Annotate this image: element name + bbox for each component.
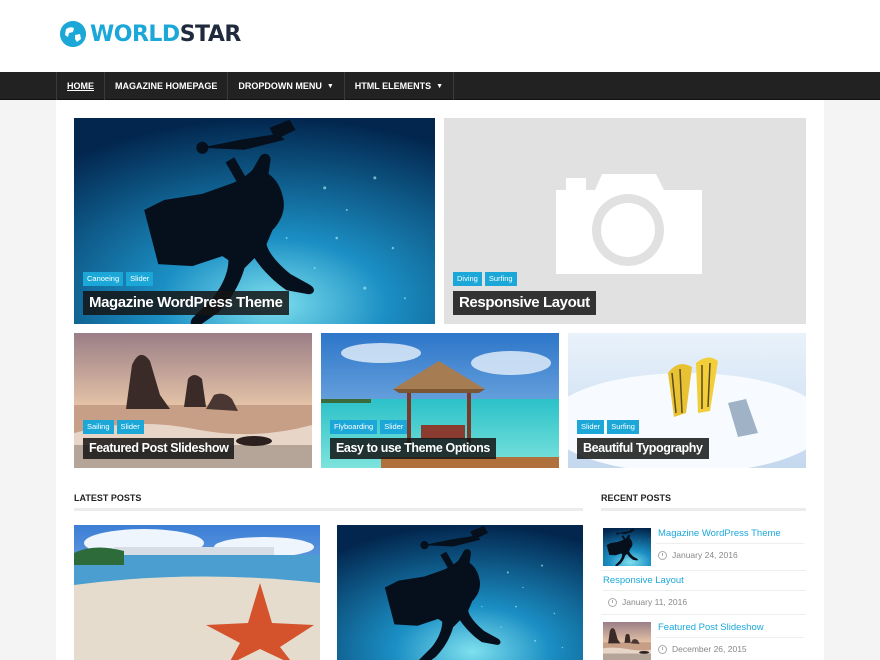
recent-divider: [603, 590, 806, 591]
recent-post-date: December 26, 2015: [658, 644, 747, 654]
post-image: [74, 525, 320, 660]
nav-item-label: HTML ELEMENTS: [354, 81, 432, 91]
recent-post-thumb[interactable]: [603, 528, 651, 566]
recent-post-link[interactable]: Magazine WordPress Theme: [658, 528, 781, 539]
featured-post-4[interactable]: Flyboarding Slider Easy to use Theme Opt…: [321, 333, 559, 468]
chevron-down-icon: ▼: [436, 82, 444, 90]
recent-divider: [601, 614, 806, 615]
category-tag[interactable]: Surfing: [484, 272, 517, 286]
recent-divider: [656, 543, 804, 544]
recent-post-link[interactable]: Featured Post Slideshow: [658, 622, 764, 633]
site-title-part2: STAR: [179, 21, 242, 47]
section-divider: [74, 508, 583, 511]
site-title: WORLDSTAR: [90, 22, 241, 47]
featured-title[interactable]: Responsive Layout: [453, 291, 596, 315]
featured-title[interactable]: Easy to use Theme Options: [330, 438, 496, 459]
category-tag[interactable]: Slider: [126, 272, 154, 286]
featured-post-1[interactable]: Canoeing Slider Magazine WordPress Theme: [74, 118, 435, 324]
recent-posts-heading: RECENT POSTS: [601, 493, 672, 503]
date-text: December 26, 2015: [672, 644, 747, 654]
main-navigation: HOME MAGAZINE HOMEPAGE DROPDOWN MENU ▼ HT…: [0, 72, 880, 100]
post-image: [337, 525, 583, 660]
clock-icon: [658, 644, 667, 654]
site-header: WORLDSTAR: [0, 0, 880, 72]
nav-item-label: HOME: [67, 81, 94, 91]
recent-divider: [656, 637, 804, 638]
clock-icon: [608, 597, 617, 607]
recent-post-link[interactable]: Responsive Layout: [603, 575, 684, 586]
post-image: [603, 528, 651, 566]
featured-post-2[interactable]: Diving Surfing Responsive Layout: [444, 118, 806, 324]
site-title-part1: WORLD: [90, 21, 180, 47]
site-logo[interactable]: WORLDSTAR: [60, 21, 241, 47]
nav-item-html-elements[interactable]: HTML ELEMENTS ▼: [343, 72, 455, 100]
category-tag[interactable]: Sailing: [83, 420, 114, 434]
nav-item-label: DROPDOWN MENU: [238, 81, 322, 91]
chevron-down-icon: ▼: [326, 82, 334, 90]
category-tag[interactable]: Diving: [453, 272, 482, 286]
section-divider: [601, 508, 806, 511]
latest-posts-heading: LATEST POSTS: [74, 493, 142, 503]
latest-post-thumb[interactable]: [337, 525, 583, 660]
nav-item-dropdown-menu[interactable]: DROPDOWN MENU ▼: [227, 72, 343, 100]
category-tag[interactable]: Flyboarding: [330, 420, 378, 434]
nav-item-label: MAGAZINE HOMEPAGE: [115, 81, 218, 91]
date-text: January 11, 2016: [622, 597, 688, 607]
category-tag[interactable]: Slider: [380, 420, 408, 434]
date-text: January 24, 2016: [672, 550, 738, 560]
featured-post-3[interactable]: Sailing Slider Featured Post Slideshow: [74, 333, 312, 468]
featured-title[interactable]: Featured Post Slideshow: [83, 438, 235, 459]
featured-title[interactable]: Magazine WordPress Theme: [83, 291, 289, 315]
category-tag[interactable]: Slider: [116, 420, 144, 434]
nav-item-magazine-homepage[interactable]: MAGAZINE HOMEPAGE: [104, 72, 227, 100]
category-tag[interactable]: Surfing: [607, 420, 639, 434]
featured-title[interactable]: Beautiful Typography: [577, 438, 709, 459]
featured-post-5[interactable]: Slider Surfing Beautiful Typography: [568, 333, 806, 468]
category-tag[interactable]: Canoeing: [83, 272, 124, 286]
recent-post-date: January 24, 2016: [658, 550, 738, 560]
clock-icon: [658, 550, 667, 560]
recent-divider: [601, 570, 806, 571]
post-image: [603, 622, 651, 660]
recent-post-date: January 11, 2016: [608, 597, 687, 607]
category-tag[interactable]: Slider: [577, 420, 605, 434]
globe-icon: [60, 21, 86, 47]
main-content: Canoeing Slider Magazine WordPress Theme…: [56, 100, 824, 660]
recent-post-thumb[interactable]: [603, 622, 651, 660]
nav-item-home[interactable]: HOME: [56, 72, 104, 100]
latest-post-thumb[interactable]: [74, 525, 320, 660]
